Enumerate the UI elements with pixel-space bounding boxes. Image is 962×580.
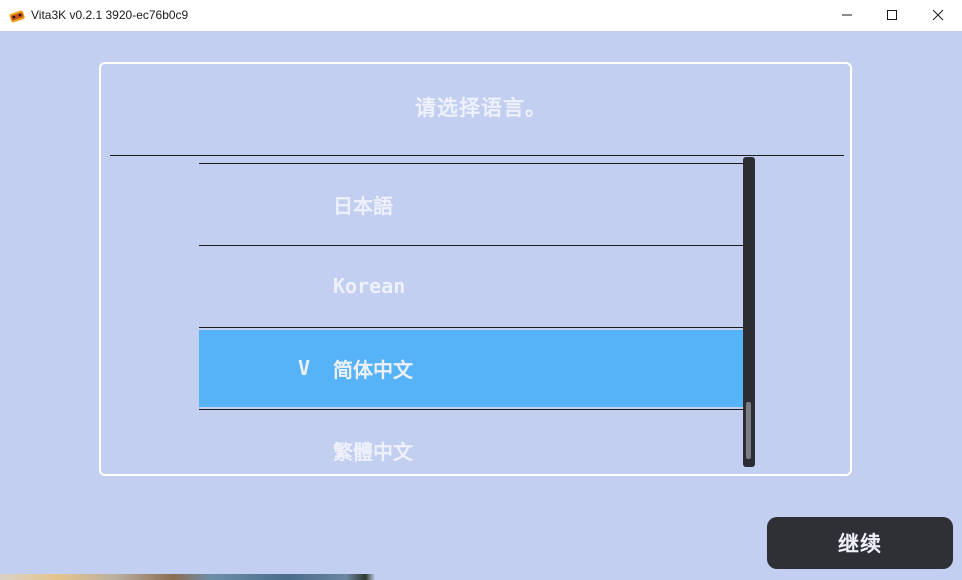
maximize-icon	[886, 6, 898, 25]
close-icon	[932, 6, 944, 25]
scrollbar-thumb[interactable]	[746, 402, 751, 459]
selected-row-highlight	[199, 330, 744, 407]
window-title: Vita3K v0.2.1 3920-ec76b0c9	[31, 8, 189, 22]
row-divider	[199, 245, 744, 246]
minimize-button[interactable]	[824, 0, 870, 31]
vita3k-app-icon	[9, 7, 25, 23]
background-strip	[0, 574, 962, 580]
dialog-title: 请选择语言。	[415, 96, 547, 120]
list-scrollbar[interactable]	[743, 157, 755, 467]
language-option-korean[interactable]: Korean	[199, 245, 744, 327]
row-divider	[199, 327, 744, 328]
language-label: 日本語	[333, 193, 393, 218]
language-option-japanese[interactable]: 日本語	[199, 163, 744, 245]
maximize-button[interactable]	[869, 0, 915, 31]
title-bar[interactable]: Vita3K v0.2.1 3920-ec76b0c9	[0, 0, 962, 31]
selected-check-mark: V	[298, 356, 311, 380]
language-option-simplified-chinese[interactable]: V 简体中文	[199, 327, 744, 409]
continue-button[interactable]: 继续	[767, 517, 953, 569]
row-divider	[199, 409, 744, 410]
language-label: 繁體中文	[333, 439, 413, 464]
language-list[interactable]: 日本語 Korean V 简体中文 繁體中文	[199, 157, 744, 469]
close-button[interactable]	[915, 0, 961, 31]
language-label: 简体中文	[333, 357, 413, 382]
title-divider	[110, 155, 844, 156]
minimize-icon	[841, 6, 853, 25]
language-label: Korean	[333, 274, 406, 298]
app-window: Vita3K v0.2.1 3920-ec76b0c9 请选择语言。 日本語 K…	[0, 0, 962, 580]
row-divider	[199, 163, 744, 164]
language-option-traditional-chinese[interactable]: 繁體中文	[199, 409, 744, 469]
